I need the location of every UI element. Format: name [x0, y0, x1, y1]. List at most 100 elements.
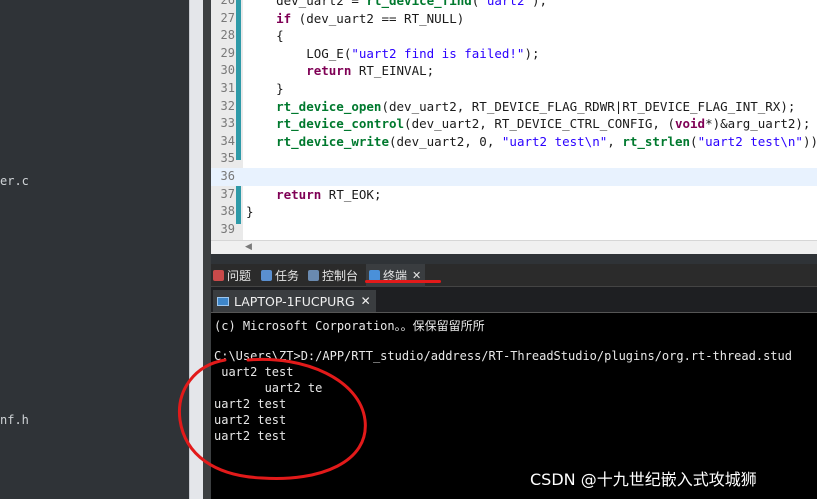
panel-sash[interactable]: [189, 0, 203, 499]
code-token: rt_device_write: [246, 133, 389, 149]
scroll-left-icon[interactable]: ◀: [245, 242, 252, 252]
terminal-line: uart2 te: [214, 381, 323, 395]
code-line: 30 return RT_EINVAL;: [211, 62, 817, 80]
line-number: 33: [220, 116, 235, 131]
code-token: "uart2": [479, 0, 532, 8]
terminal-line: uart2 test: [214, 365, 294, 379]
code-token: return: [246, 63, 352, 79]
watermark-text: CSDN @十九世纪嵌入式攻城狮: [530, 470, 757, 489]
code-token: (: [690, 133, 698, 149]
code-token: rt_device_control: [246, 116, 405, 132]
bottom-view-tabs: 问题 任务 控制台 终端 ✕: [211, 264, 817, 287]
code-token: rt_strlen: [622, 133, 691, 149]
code-line: 34 rt_device_write(dev_uart2, 0, "uart2 …: [211, 133, 817, 151]
code-token: void: [674, 116, 706, 132]
line-number: 27: [220, 10, 235, 25]
line-number: 31: [220, 80, 235, 95]
code-token: RT_EINVAL;: [351, 63, 435, 79]
problems-icon: [213, 270, 224, 281]
code-token: dev_uart2 =: [246, 0, 367, 8]
explorer-file-fragment[interactable]: nf.h: [0, 413, 29, 427]
tab-label: 任务: [275, 269, 300, 283]
code-line: 39: [211, 221, 817, 239]
code-editor[interactable]: 26 dev_uart2 = rt_device_find("uart2"); 2…: [211, 0, 817, 240]
tab-terminal[interactable]: 终端 ✕: [366, 264, 426, 287]
code-token: (dev_uart2, 0,: [389, 133, 502, 149]
code-text: rt_device_write(dev_uart2, 0, "uart2 tes…: [246, 133, 817, 151]
code-token: {: [246, 28, 284, 44]
explorer-file-fragment[interactable]: er.c: [0, 174, 29, 188]
terminal-line: uart2 test: [214, 413, 287, 427]
code-token: "uart2 find is failed!": [351, 45, 525, 61]
code-line: 38}: [211, 203, 817, 221]
code-token: );: [532, 0, 548, 8]
code-line: 35: [211, 150, 817, 168]
line-number: 30: [220, 63, 235, 78]
tab-label: 控制台: [322, 269, 359, 283]
code-line: 27 if (dev_uart2 == RT_NULL): [211, 10, 817, 28]
code-line: 36: [211, 167, 817, 186]
close-icon[interactable]: ✕: [361, 294, 371, 308]
code-text: rt_device_open(dev_uart2, RT_DEVICE_FLAG…: [246, 98, 795, 116]
code-text: rt_device_control(dev_uart2, RT_DEVICE_C…: [246, 115, 810, 133]
line-number: 32: [220, 98, 235, 113]
code-token: (dev_uart2, RT_DEVICE_FLAG_RDWR|RT_DEVIC…: [381, 98, 796, 114]
code-text: if (dev_uart2 == RT_NULL): [246, 10, 464, 28]
console-icon: [308, 270, 319, 281]
terminal-session-label: LAPTOP-1FUCPURG: [234, 293, 355, 309]
code-text: }: [246, 80, 284, 98]
line-number: 28: [220, 28, 235, 43]
line-number: 35: [220, 151, 235, 166]
tab-console[interactable]: 控制台: [308, 264, 358, 287]
code-text: {: [246, 27, 284, 45]
line-number: 26: [220, 0, 235, 7]
code-line: 37 return RT_EOK;: [211, 186, 817, 204]
code-token: RT_EOK;: [321, 186, 382, 202]
code-token: ,: [607, 133, 623, 149]
code-token: }: [246, 80, 284, 96]
line-number: 37: [220, 186, 235, 201]
code-line: 26 dev_uart2 = rt_device_find("uart2");: [211, 0, 817, 10]
terminal-line: uart2 test: [214, 397, 287, 411]
tab-label: 问题: [227, 269, 252, 283]
code-token: *)&arg_uart2);: [705, 116, 811, 132]
code-line: 32 rt_device_open(dev_uart2, RT_DEVICE_F…: [211, 98, 817, 116]
tab-problems[interactable]: 问题: [213, 264, 251, 287]
code-token: "uart2 test\n": [697, 133, 803, 149]
code-text: }: [246, 203, 254, 221]
code-token: (dev_uart2, RT_DEVICE_CTRL_CONFIG, (: [404, 116, 675, 132]
terminal-line: C:\Users\ZT>D:/APP/RTT_studio/address/RT…: [214, 349, 792, 363]
code-token: return: [246, 186, 322, 202]
terminal-session-tab[interactable]: LAPTOP-1FUCPURG ✕: [213, 290, 376, 312]
editor-horizontal-scrollbar[interactable]: ◀: [211, 240, 817, 254]
tab-tasks[interactable]: 任务: [261, 264, 299, 287]
code-token: rt_device_open: [246, 98, 382, 114]
code-text: LOG_E("uart2 find is failed!");: [246, 45, 540, 63]
monitor-icon: [217, 296, 229, 306]
editor-bottom-border: [211, 254, 817, 264]
code-token: LOG_E(: [246, 45, 352, 61]
line-number: 38: [220, 204, 235, 219]
code-line: 31 }: [211, 80, 817, 98]
code-token: (dev_uart2 == RT_NULL): [291, 10, 465, 26]
line-number: 39: [220, 221, 235, 236]
code-text: return RT_EINVAL;: [246, 62, 434, 80]
code-token: ));: [802, 133, 817, 149]
code-token: "uart2 test\n": [501, 133, 608, 149]
line-number: 36: [220, 168, 235, 183]
terminal-tab-bar: LAPTOP-1FUCPURG ✕: [211, 287, 817, 313]
code-text: return RT_EOK;: [246, 186, 381, 204]
line-number: 29: [220, 45, 235, 60]
code-token: );: [524, 45, 540, 61]
tasks-icon: [261, 270, 272, 281]
code-token: rt_device_find: [366, 0, 472, 8]
terminal-line: uart2 test: [214, 429, 287, 443]
editor-border: [203, 0, 211, 499]
code-line: 33 rt_device_control(dev_uart2, RT_DEVIC…: [211, 115, 817, 133]
line-number: 34: [220, 133, 235, 148]
code-lines: 26 dev_uart2 = rt_device_find("uart2"); 2…: [211, 0, 817, 238]
annotation-underline: [365, 280, 441, 283]
terminal-line: (c) Microsoft Corporation。。保保留留所所: [214, 319, 485, 333]
project-explorer: er.c nf.h: [0, 0, 189, 499]
code-text: dev_uart2 = rt_device_find("uart2");: [246, 0, 547, 10]
